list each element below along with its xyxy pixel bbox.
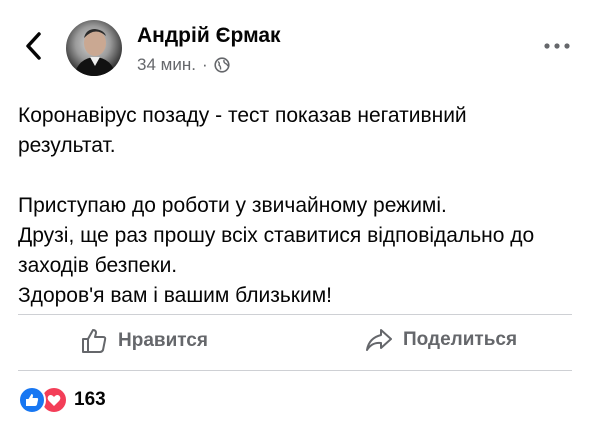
- profile-photo: [74, 29, 116, 76]
- share-button[interactable]: Поделиться: [365, 327, 517, 353]
- thumbs-up-icon: [82, 329, 107, 353]
- more-dots-icon: [544, 43, 570, 49]
- post-meta: 34 мин. ·: [137, 55, 230, 75]
- share-arrow-icon: [366, 329, 392, 351]
- post-line: Коронавірус позаду - тест показав негати…: [18, 104, 467, 127]
- post-text: Коронавірус позаду - тест показав негати…: [18, 101, 574, 311]
- back-button[interactable]: [22, 30, 46, 62]
- divider: [18, 314, 572, 315]
- post-time[interactable]: 34 мин.: [137, 55, 196, 75]
- meta-separator: ·: [201, 55, 208, 74]
- chevron-left-icon: [26, 32, 41, 60]
- post-line: Друзі, ще раз прошу всіх ставитися відпо…: [18, 224, 535, 247]
- avatar[interactable]: [66, 20, 122, 76]
- globe-icon: [214, 57, 230, 73]
- post-line: Здоров'я вам і вашим близьким!: [18, 284, 332, 307]
- divider: [18, 370, 572, 371]
- author-name[interactable]: Андрій Єрмак: [137, 24, 281, 48]
- post-line: Приступаю до роботи у звичайному режимі.: [18, 194, 447, 217]
- like-reaction-icon: [18, 386, 46, 414]
- reaction-count: 163: [74, 389, 106, 410]
- share-label: Поделиться: [403, 329, 518, 350]
- more-options-button[interactable]: [542, 39, 572, 51]
- post-line: результат.: [18, 134, 116, 157]
- post-line: заходів безпеки.: [18, 254, 178, 277]
- reactions-summary[interactable]: 163: [18, 386, 106, 414]
- like-button[interactable]: Нравится: [80, 327, 208, 355]
- like-label: Нравится: [118, 330, 208, 351]
